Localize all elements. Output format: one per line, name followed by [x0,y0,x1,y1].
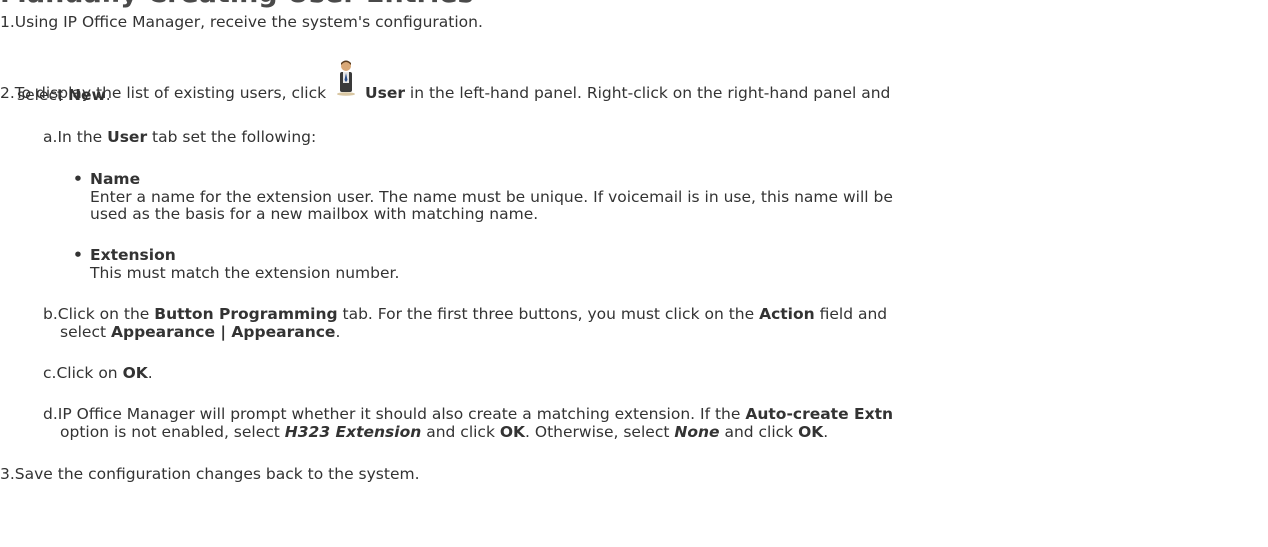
substep-number: b. [43,305,58,323]
step-number: 3. [0,465,15,483]
bullet-icon: • [73,170,83,188]
substep-c: c.Click on OK. [43,364,153,382]
substep-b: b.Click on the Button Programming tab. F… [43,305,888,323]
user-icon [335,60,357,96]
document-page: Manually Creating User Entries 1.Using I… [0,0,1268,547]
substep-a: a.In the User tab set the following: [43,128,317,146]
bullet-icon: • [73,246,83,264]
step-number: 2. [0,84,15,102]
bullet-title: Extension [90,246,176,264]
bullet-extension: • Extension [73,246,176,265]
step-1: 1.Using IP Office Manager, receive the s… [0,13,483,32]
bullet-name: • Name [73,170,140,189]
step-text: Save the configuration changes back to t… [14,465,420,483]
new-bold: New [67,86,106,104]
substep-d-line-2: option is not enabled, select H323 Exten… [60,423,829,441]
step-number: 1. [0,13,15,31]
step-2: 2.To display the list of existing users,… [0,60,890,104]
bullet-title: Name [90,170,141,188]
step-2-line-2: select New. [17,86,111,104]
page-title: Manually Creating User Entries [0,0,474,9]
step-3: 3.Save the configuration changes back to… [0,465,420,484]
substep-b-line-2: select Appearance | Appearance. [60,323,341,341]
substep-d: d.IP Office Manager will prompt whether … [43,405,894,423]
bullet-name-line-2: used as the basis for a new mailbox with… [90,205,539,223]
substep-number: d. [43,405,58,423]
substep-number: a. [43,128,58,146]
user-bold: User [365,84,405,102]
bullet-extension-line-1: This must match the extension number. [90,264,400,282]
step-text: Using IP Office Manager, receive the sys… [14,13,483,31]
substep-number: c. [43,364,57,382]
